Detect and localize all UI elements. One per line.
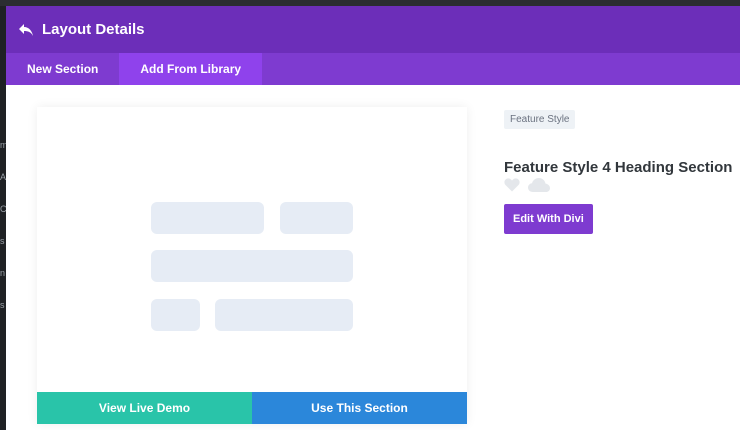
- card-actions: View Live Demo Use This Section: [37, 392, 467, 424]
- layout-details-modal: Layout Details New Section Add From Libr…: [6, 6, 740, 430]
- view-live-demo-button[interactable]: View Live Demo: [37, 392, 252, 424]
- edit-with-divi-button[interactable]: Edit With Divi: [504, 204, 593, 234]
- cloud-icon[interactable]: [528, 177, 550, 197]
- modal-title: Layout Details: [42, 21, 145, 38]
- placeholder-block: [151, 250, 353, 282]
- category-badge[interactable]: Feature Style: [504, 110, 576, 129]
- layout-info-panel: Feature Style Feature Style 4 Heading Se…: [504, 109, 740, 234]
- placeholder-block: [151, 299, 200, 331]
- tab-add-from-library[interactable]: Add From Library: [119, 53, 263, 85]
- placeholder-block: [215, 299, 353, 331]
- tab-new-section[interactable]: New Section: [6, 53, 119, 85]
- layout-title: Feature Style 4 Heading Section: [504, 159, 733, 176]
- back-arrow-icon[interactable]: [18, 22, 34, 38]
- placeholder-block: [280, 202, 353, 234]
- use-this-section-button[interactable]: Use This Section: [252, 392, 467, 424]
- layout-preview-placeholder: [37, 107, 467, 392]
- heart-icon[interactable]: [504, 177, 520, 197]
- layout-preview-card: View Live Demo Use This Section: [37, 107, 467, 424]
- tab-bar: New Section Add From Library: [6, 53, 740, 85]
- layout-actions-icons: [504, 177, 740, 197]
- modal-header: Layout Details: [6, 6, 740, 53]
- placeholder-block: [151, 202, 264, 234]
